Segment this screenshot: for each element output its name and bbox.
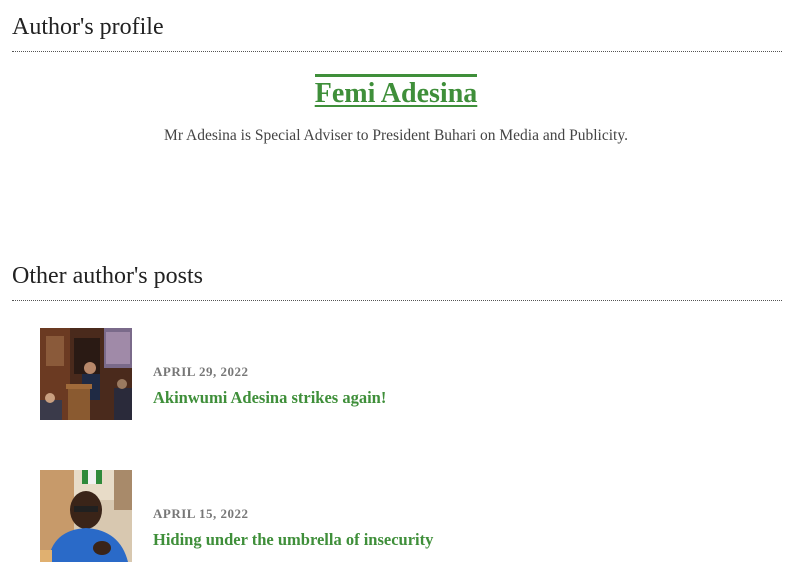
post-thumbnail[interactable] (40, 328, 132, 420)
other-posts-heading: Other author's posts (12, 263, 203, 289)
author-bio: Mr Adesina is Special Adviser to Preside… (164, 127, 628, 144)
post-date: APRIL 29, 2022 (153, 364, 249, 379)
post-thumbnail[interactable] (40, 470, 132, 562)
author-name-link[interactable]: Femi Adesina (314, 74, 478, 110)
post-item: APRIL 15, 2022 Hiding under the umbrella… (40, 470, 760, 562)
section-divider (12, 300, 782, 301)
author-name-container: Femi Adesina (0, 74, 792, 110)
post-title-link[interactable]: Akinwumi Adesina strikes again! (153, 388, 386, 408)
post-item: APRIL 29, 2022 Akinwumi Adesina strikes … (40, 328, 760, 420)
section-divider (12, 51, 782, 52)
author-profile-heading: Author's profile (12, 14, 164, 40)
post-date: APRIL 15, 2022 (153, 506, 249, 521)
post-title-link[interactable]: Hiding under the umbrella of insecurity (153, 530, 433, 550)
